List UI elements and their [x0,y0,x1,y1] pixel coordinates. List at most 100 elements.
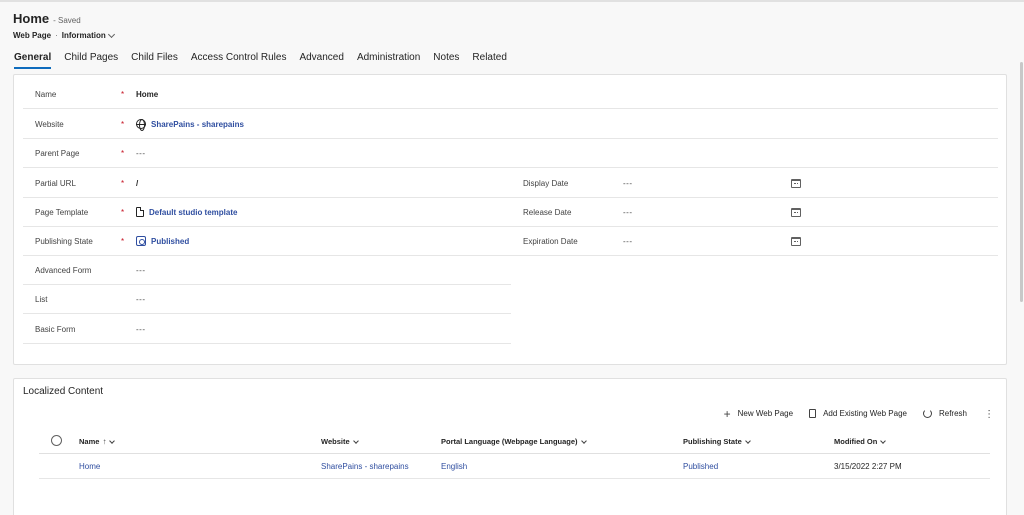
row-website-link[interactable]: SharePains - sharepains [321,462,409,471]
chevron-down-icon [107,30,115,38]
field-advanced-form[interactable]: Advanced Form --- [23,256,511,285]
tab-administration[interactable]: Administration [357,52,420,68]
parent-page-value[interactable]: --- [136,149,146,158]
form-name: Information [61,31,106,40]
entity-name: Web Page [13,31,52,40]
release-date-value[interactable]: --- [623,208,633,217]
column-label: Publishing State [683,437,742,446]
separator: · [55,31,58,40]
select-all-radio[interactable] [51,435,62,446]
field-label: List [35,294,48,304]
tab-child-files[interactable]: Child Files [131,52,178,68]
website-lookup[interactable]: SharePains - sharepains [136,119,244,131]
field-label: Advanced Form [35,265,92,275]
display-date-value[interactable]: --- [623,179,633,188]
field-release-date[interactable]: Release Date --- [511,198,998,227]
table-row[interactable]: Home SharePains - sharepains English Pub… [39,454,990,479]
column-label: Portal Language (Webpage Language) [441,437,578,446]
publishing-state-value[interactable]: Published [151,237,189,246]
chevron-down-icon [580,437,587,444]
page-template-value[interactable]: Default studio template [149,208,237,217]
field-label: Basic Form [35,324,76,334]
chevron-down-icon [352,437,359,444]
advanced-form-value[interactable]: --- [136,266,146,275]
tab-notes[interactable]: Notes [433,52,459,68]
add-existing-icon [809,409,817,418]
page-scrollbar[interactable] [1016,2,1024,515]
chevron-down-icon [880,437,887,444]
tab-general[interactable]: General [14,52,52,69]
column-header-website[interactable]: Website [321,437,359,446]
page-title: Home [13,11,50,26]
chevron-down-icon [744,437,751,444]
more-commands-button[interactable]: ⋯ [983,409,994,418]
new-web-page-button[interactable]: + New Web Page [723,406,794,421]
new-web-page-label: New Web Page [737,409,794,418]
field-page-template[interactable]: Page Template * Default studio template [23,198,511,227]
form-selector[interactable]: Information [61,30,115,40]
row-modified-on: 3/15/2022 2:27 PM [834,462,902,471]
row-state-link[interactable]: Published [683,462,718,471]
row-name-link[interactable]: Home [79,462,100,471]
website-value[interactable]: SharePains - sharepains [151,120,244,129]
required-marker: * [121,148,125,158]
chevron-down-icon [109,437,116,444]
refresh-button[interactable]: Refresh [922,409,967,418]
tab-child-pages[interactable]: Child Pages [64,52,118,68]
field-list[interactable]: List --- [23,285,511,314]
field-basic-form[interactable]: Basic Form --- [23,315,511,344]
field-expiration-date[interactable]: Expiration Date --- [511,227,998,256]
list-value[interactable]: --- [136,295,146,304]
field-website[interactable]: Website * SharePains - sharepains [23,110,998,139]
field-name[interactable]: Name * Home [23,80,998,109]
record-header: Home - Saved Web Page · Information [13,11,115,40]
page-template-lookup[interactable]: Default studio template [136,207,237,217]
column-header-modified-on[interactable]: Modified On [834,437,887,446]
tab-access-control-rules[interactable]: Access Control Rules [191,52,287,68]
field-publishing-state[interactable]: Publishing State * Published [23,227,511,256]
scrollbar-thumb[interactable] [1020,62,1023,302]
refresh-label: Refresh [938,409,967,418]
field-label: Parent Page [35,148,80,158]
localized-content-grid: Name ↑ Website Portal Language (Webpage … [39,429,990,479]
add-existing-web-page-button[interactable]: Add Existing Web Page [809,409,907,418]
column-header-language[interactable]: Portal Language (Webpage Language) [441,437,587,446]
column-label: Website [321,437,350,446]
calendar-icon[interactable] [791,236,801,246]
refresh-icon [922,409,932,418]
sort-ascending-icon: ↑ [102,437,107,446]
top-border [0,0,1024,2]
column-label: Name [79,437,100,446]
section-title: Localized Content [23,386,104,397]
column-header-publishing-state[interactable]: Publishing State [683,437,751,446]
field-label: Display Date [523,178,569,188]
row-language-link[interactable]: English [441,462,467,471]
basic-form-value[interactable]: --- [136,325,146,334]
field-parent-page[interactable]: Parent Page * --- [23,139,998,168]
required-marker: * [121,178,125,188]
required-marker: * [121,89,125,99]
calendar-icon[interactable] [791,178,801,188]
field-partial-url[interactable]: Partial URL * / [23,169,511,198]
calendar-icon[interactable] [791,207,801,217]
subgrid-command-bar: + New Web Page Add Existing Web Page Ref… [723,406,994,421]
field-display-date[interactable]: Display Date --- [511,169,998,198]
document-icon [136,207,144,217]
column-label: Modified On [834,437,878,446]
plus-icon: + [723,406,731,421]
tab-related[interactable]: Related [472,52,506,68]
expiration-date-value[interactable]: --- [623,237,633,246]
field-label: Website [35,119,64,129]
tab-advanced[interactable]: Advanced [299,52,343,68]
field-label: Name [35,89,57,99]
column-header-name[interactable]: Name ↑ [79,437,116,446]
required-marker: * [121,207,125,217]
globe-icon [136,119,146,131]
save-status: - Saved [53,16,81,25]
name-value[interactable]: Home [136,90,158,99]
field-label: Partial URL [35,178,76,188]
required-marker: * [121,236,125,246]
required-marker: * [121,119,125,129]
publishing-state-lookup[interactable]: Published [136,236,189,246]
partial-url-value[interactable]: / [136,179,138,188]
